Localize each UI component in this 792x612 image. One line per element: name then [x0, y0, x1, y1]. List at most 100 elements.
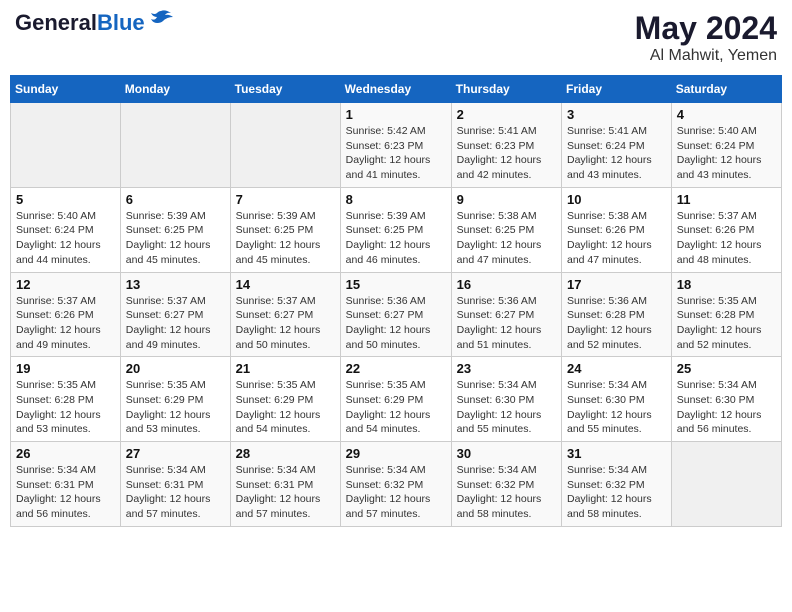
days-header-row: Sunday Monday Tuesday Wednesday Thursday…: [11, 76, 782, 103]
day-number: 15: [346, 277, 446, 292]
day-number: 23: [457, 361, 556, 376]
calendar-cell: 13Sunrise: 5:37 AM Sunset: 6:27 PM Dayli…: [120, 272, 230, 357]
day-number: 19: [16, 361, 115, 376]
day-number: 3: [567, 107, 666, 122]
day-info: Sunrise: 5:36 AM Sunset: 6:27 PM Dayligh…: [457, 294, 556, 353]
day-info: Sunrise: 5:34 AM Sunset: 6:31 PM Dayligh…: [16, 463, 115, 522]
day-number: 11: [677, 192, 776, 207]
day-info: Sunrise: 5:41 AM Sunset: 6:23 PM Dayligh…: [457, 124, 556, 183]
day-info: Sunrise: 5:34 AM Sunset: 6:32 PM Dayligh…: [457, 463, 556, 522]
day-number: 25: [677, 361, 776, 376]
day-info: Sunrise: 5:34 AM Sunset: 6:30 PM Dayligh…: [677, 378, 776, 437]
week-row-4: 19 Sunrise: 5:35 AM Sunset: 6:28 PM Dayli…: [11, 357, 782, 442]
day-info: Sunrise: 5:41 AM Sunset: 6:24 PM Dayligh…: [567, 124, 666, 183]
calendar-location: Al Mahwit, Yemen: [635, 47, 777, 65]
day-number: 27: [126, 446, 225, 461]
day-number: 18: [677, 277, 776, 292]
day-number: 28: [236, 446, 335, 461]
page-header: General Blue May 2024 Al Mahwit, Yemen: [10, 10, 782, 65]
calendar-cell: [230, 103, 340, 188]
calendar-cell: 10 Sunrise: 5:38 AM Sunset: 6:26 PM Dayli…: [562, 187, 672, 272]
calendar-cell: [671, 442, 781, 527]
day-number: 10: [567, 192, 666, 207]
day-info: Sunrise: 5:35 AM Sunset: 6:28 PM Dayligh…: [16, 378, 115, 437]
day-info: Sunrise: 5:40 AM Sunset: 6:24 PM Dayligh…: [677, 124, 776, 183]
calendar-header: Sunday Monday Tuesday Wednesday Thursday…: [11, 76, 782, 103]
day-number: 21: [236, 361, 335, 376]
day-number: 22: [346, 361, 446, 376]
day-number: 31: [567, 446, 666, 461]
calendar-body: 1Sunrise: 5:42 AM Sunset: 6:23 PM Daylig…: [11, 103, 782, 527]
day-number: 29: [346, 446, 446, 461]
calendar-cell: 21 Sunrise: 5:35 AM Sunset: 6:29 PM Dayli…: [230, 357, 340, 442]
calendar-cell: 4 Sunrise: 5:40 AM Sunset: 6:24 PM Daylig…: [671, 103, 781, 188]
calendar-cell: 31Sunrise: 5:34 AM Sunset: 6:32 PM Dayli…: [562, 442, 672, 527]
calendar-cell: 19 Sunrise: 5:35 AM Sunset: 6:28 PM Dayli…: [11, 357, 121, 442]
day-number: 1: [346, 107, 446, 122]
calendar-title-section: May 2024 Al Mahwit, Yemen: [635, 10, 777, 65]
calendar-cell: [120, 103, 230, 188]
day-info: Sunrise: 5:35 AM Sunset: 6:29 PM Dayligh…: [236, 378, 335, 437]
day-info: Sunrise: 5:39 AM Sunset: 6:25 PM Dayligh…: [236, 209, 335, 268]
day-info: Sunrise: 5:37 AM Sunset: 6:26 PM Dayligh…: [16, 294, 115, 353]
calendar-cell: 3 Sunrise: 5:41 AM Sunset: 6:24 PM Daylig…: [562, 103, 672, 188]
header-monday: Monday: [120, 76, 230, 103]
calendar-cell: 25 Sunrise: 5:34 AM Sunset: 6:30 PM Dayli…: [671, 357, 781, 442]
day-info: Sunrise: 5:36 AM Sunset: 6:28 PM Dayligh…: [567, 294, 666, 353]
day-info: Sunrise: 5:40 AM Sunset: 6:24 PM Dayligh…: [16, 209, 115, 268]
day-number: 5: [16, 192, 115, 207]
day-number: 24: [567, 361, 666, 376]
day-number: 26: [16, 446, 115, 461]
calendar-cell: 1Sunrise: 5:42 AM Sunset: 6:23 PM Daylig…: [340, 103, 451, 188]
day-number: 14: [236, 277, 335, 292]
header-wednesday: Wednesday: [340, 76, 451, 103]
logo-bird-icon: [147, 9, 175, 29]
calendar-cell: 30Sunrise: 5:34 AM Sunset: 6:32 PM Dayli…: [451, 442, 561, 527]
day-info: Sunrise: 5:39 AM Sunset: 6:25 PM Dayligh…: [346, 209, 446, 268]
day-info: Sunrise: 5:34 AM Sunset: 6:30 PM Dayligh…: [567, 378, 666, 437]
calendar-table: Sunday Monday Tuesday Wednesday Thursday…: [10, 75, 782, 527]
day-number: 16: [457, 277, 556, 292]
day-number: 7: [236, 192, 335, 207]
calendar-cell: 26 Sunrise: 5:34 AM Sunset: 6:31 PM Dayli…: [11, 442, 121, 527]
day-info: Sunrise: 5:34 AM Sunset: 6:32 PM Dayligh…: [346, 463, 446, 522]
calendar-cell: 28 Sunrise: 5:34 AM Sunset: 6:31 PM Dayli…: [230, 442, 340, 527]
header-friday: Friday: [562, 76, 672, 103]
calendar-cell: 18 Sunrise: 5:35 AM Sunset: 6:28 PM Dayli…: [671, 272, 781, 357]
week-row-1: 1Sunrise: 5:42 AM Sunset: 6:23 PM Daylig…: [11, 103, 782, 188]
header-tuesday: Tuesday: [230, 76, 340, 103]
day-info: Sunrise: 5:38 AM Sunset: 6:26 PM Dayligh…: [567, 209, 666, 268]
calendar-cell: 16 Sunrise: 5:36 AM Sunset: 6:27 PM Dayli…: [451, 272, 561, 357]
day-number: 8: [346, 192, 446, 207]
day-info: Sunrise: 5:38 AM Sunset: 6:25 PM Dayligh…: [457, 209, 556, 268]
day-info: Sunrise: 5:35 AM Sunset: 6:28 PM Dayligh…: [677, 294, 776, 353]
day-number: 4: [677, 107, 776, 122]
calendar-cell: 8 Sunrise: 5:39 AM Sunset: 6:25 PM Daylig…: [340, 187, 451, 272]
logo-general: General: [15, 10, 97, 36]
calendar-cell: 2 Sunrise: 5:41 AM Sunset: 6:23 PM Daylig…: [451, 103, 561, 188]
day-number: 17: [567, 277, 666, 292]
day-info: Sunrise: 5:34 AM Sunset: 6:31 PM Dayligh…: [126, 463, 225, 522]
calendar-cell: 6Sunrise: 5:39 AM Sunset: 6:25 PM Daylig…: [120, 187, 230, 272]
header-thursday: Thursday: [451, 76, 561, 103]
calendar-cell: 29 Sunrise: 5:34 AM Sunset: 6:32 PM Dayli…: [340, 442, 451, 527]
calendar-cell: 22Sunrise: 5:35 AM Sunset: 6:29 PM Dayli…: [340, 357, 451, 442]
calendar-cell: 5 Sunrise: 5:40 AM Sunset: 6:24 PM Daylig…: [11, 187, 121, 272]
calendar-month-year: May 2024: [635, 10, 777, 47]
week-row-2: 5 Sunrise: 5:40 AM Sunset: 6:24 PM Daylig…: [11, 187, 782, 272]
day-info: Sunrise: 5:39 AM Sunset: 6:25 PM Dayligh…: [126, 209, 225, 268]
day-info: Sunrise: 5:37 AM Sunset: 6:26 PM Dayligh…: [677, 209, 776, 268]
day-info: Sunrise: 5:34 AM Sunset: 6:31 PM Dayligh…: [236, 463, 335, 522]
day-info: Sunrise: 5:34 AM Sunset: 6:30 PM Dayligh…: [457, 378, 556, 437]
day-number: 12: [16, 277, 115, 292]
day-info: Sunrise: 5:35 AM Sunset: 6:29 PM Dayligh…: [126, 378, 225, 437]
day-number: 2: [457, 107, 556, 122]
week-row-5: 26 Sunrise: 5:34 AM Sunset: 6:31 PM Dayli…: [11, 442, 782, 527]
calendar-cell: 7 Sunrise: 5:39 AM Sunset: 6:25 PM Daylig…: [230, 187, 340, 272]
day-info: Sunrise: 5:37 AM Sunset: 6:27 PM Dayligh…: [126, 294, 225, 353]
calendar-cell: 14Sunrise: 5:37 AM Sunset: 6:27 PM Dayli…: [230, 272, 340, 357]
header-saturday: Saturday: [671, 76, 781, 103]
calendar-cell: [11, 103, 121, 188]
calendar-cell: 15Sunrise: 5:36 AM Sunset: 6:27 PM Dayli…: [340, 272, 451, 357]
logo: General Blue: [15, 10, 175, 36]
